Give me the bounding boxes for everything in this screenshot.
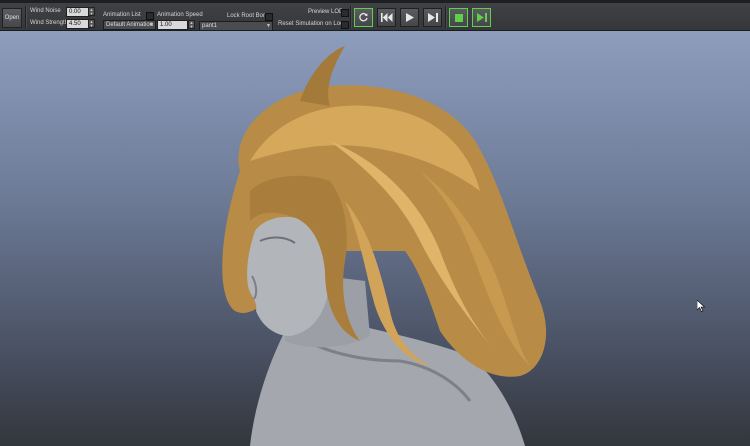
animation-speed-field[interactable]: 1.00 xyxy=(157,20,188,30)
animation-list-toggle[interactable] xyxy=(146,12,154,20)
hair-model-render xyxy=(222,46,547,446)
preview-lod-label: Preview LOD xyxy=(308,9,344,15)
play-button[interactable] xyxy=(400,8,419,27)
reset-sim-label: Reset Simulation on Loop xyxy=(278,21,347,27)
stop-icon xyxy=(454,13,463,22)
lock-root-bone-checkbox[interactable] xyxy=(265,13,273,21)
animation-list-label: Animation List xyxy=(103,12,141,18)
wind-noise-spinner[interactable]: ▲ ▼ xyxy=(88,7,95,16)
3d-viewport[interactable] xyxy=(0,31,750,446)
lock-root-bone-label: Lock Root Bone xyxy=(227,13,270,19)
wind-strength-label: Wind Strength xyxy=(30,20,69,26)
chevron-down-icon: ▼ xyxy=(149,22,154,28)
play-icon xyxy=(405,13,414,22)
open-button[interactable]: Open xyxy=(2,8,22,28)
chevron-down-icon: ▼ xyxy=(266,23,271,29)
rewind-start-icon xyxy=(380,13,392,22)
animation-list-value: Default Animation xyxy=(106,22,154,28)
stop-button[interactable] xyxy=(449,8,468,27)
step-forward-button[interactable] xyxy=(423,8,442,27)
bone-value: pant1 xyxy=(202,23,218,29)
preview-lod-checkbox[interactable] xyxy=(341,9,349,17)
toolbar-divider xyxy=(350,6,352,28)
reset-sim-checkbox[interactable] xyxy=(341,21,349,29)
animation-list-dropdown[interactable]: Default Animation ▼ xyxy=(103,20,156,30)
wind-noise-field[interactable]: 0.00 xyxy=(66,7,90,17)
animation-speed-spinner[interactable]: ▲ ▼ xyxy=(188,20,195,29)
bone-dropdown[interactable]: pant1 ▼ xyxy=(199,21,273,31)
reset-button[interactable] xyxy=(354,8,373,27)
wind-strength-spinner[interactable]: ▲ ▼ xyxy=(88,19,95,28)
wind-strength-field[interactable]: 4.50 xyxy=(66,19,90,29)
toolbar-divider xyxy=(445,6,447,28)
step-forward-icon xyxy=(427,13,438,22)
toolbar: Open Wind Noise 0.00 ▲ ▼ Wind Strength 4.… xyxy=(0,3,750,31)
wind-noise-label: Wind Noise xyxy=(30,8,61,14)
toolbar-divider xyxy=(25,6,27,28)
reset-icon xyxy=(359,12,368,22)
rewind-start-button[interactable] xyxy=(377,8,396,27)
play-to-end-icon xyxy=(476,13,487,22)
play-to-end-button[interactable] xyxy=(472,8,491,27)
animation-speed-label: Animation Speed xyxy=(157,12,203,18)
mouse-cursor-icon xyxy=(697,300,705,312)
